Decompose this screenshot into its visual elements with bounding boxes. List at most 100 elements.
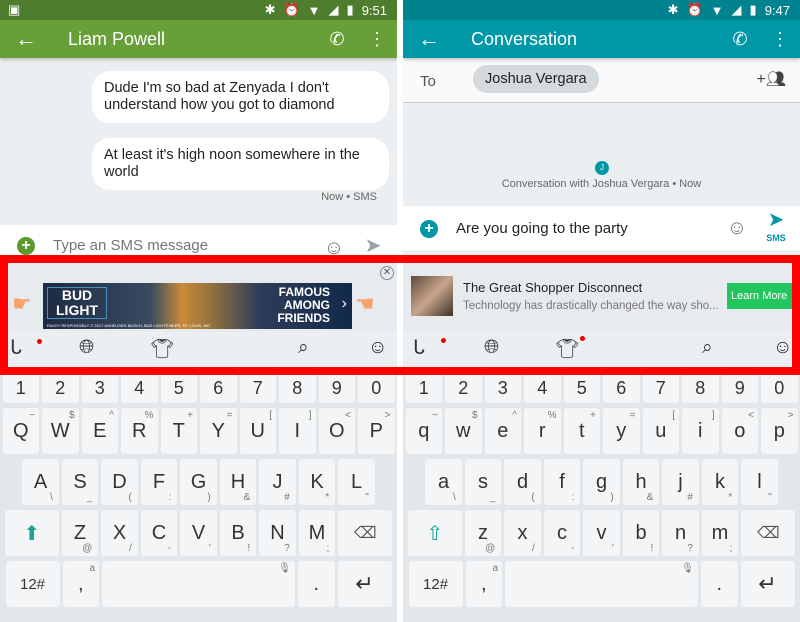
key-g[interactable]: G) <box>180 459 217 505</box>
key-2[interactable]: 2 <box>42 373 79 403</box>
add-attachment-icon[interactable]: + <box>17 237 35 255</box>
key-f[interactable]: f: <box>543 459 581 505</box>
key-s[interactable]: s _ <box>464 459 502 505</box>
key-v[interactable]: v ' <box>583 510 620 556</box>
key-a[interactable]: A \ <box>22 459 59 505</box>
key-b[interactable]: b! <box>622 510 660 556</box>
keyboard-logo-icon[interactable]: ᒐ <box>413 337 425 360</box>
period-key[interactable]: . <box>298 561 335 607</box>
key-h[interactable]: H & <box>219 459 257 505</box>
key-5[interactable]: 5 <box>160 373 197 403</box>
globe-icon[interactable]: 🌐︎ <box>484 337 499 359</box>
key-d[interactable]: D( <box>101 459 138 505</box>
key-8[interactable]: 8 <box>682 373 719 403</box>
search-icon[interactable]: ⌕ <box>298 337 309 359</box>
key-q[interactable]: Q ~ <box>2 408 39 454</box>
key-a[interactable]: a \ <box>425 459 462 505</box>
key-x[interactable]: X / <box>101 510 138 556</box>
more-options-icon[interactable]: ⋮ <box>760 29 800 50</box>
key-3[interactable]: 3 <box>81 373 118 403</box>
key-0[interactable]: 0 <box>761 373 798 403</box>
backspace-key[interactable]: ⌫ <box>338 510 393 556</box>
key-m[interactable]: M; <box>298 510 336 556</box>
key-t[interactable]: T + <box>160 408 197 454</box>
key-x[interactable]: x / <box>504 510 541 556</box>
theme-shirt-icon[interactable]: 👕︎ <box>150 337 174 361</box>
key-6[interactable]: 6 <box>200 373 237 403</box>
key-p[interactable]: P > <box>358 408 395 454</box>
add-person-icon[interactable]: +👥︎ <box>756 69 786 89</box>
key-4[interactable]: 4 <box>524 373 561 403</box>
shift-key[interactable]: ⬆ <box>4 510 59 556</box>
recipient-chip[interactable]: Joshua Vergara <box>473 65 599 93</box>
key-f[interactable]: F: <box>140 459 178 505</box>
key-q[interactable]: q ~ <box>405 408 442 454</box>
enter-key[interactable]: ↵ <box>337 561 392 607</box>
key-b[interactable]: B! <box>219 510 257 556</box>
enter-key[interactable]: ↵ <box>740 561 795 607</box>
key-y[interactable]: Y = <box>200 408 237 454</box>
native-ad[interactable]: The Great Shopper Disconnect Technology … <box>403 262 800 332</box>
key-r[interactable]: R% <box>121 408 158 454</box>
key-9[interactable]: 9 <box>318 373 355 403</box>
back-arrow-icon[interactable]: ← <box>403 26 455 52</box>
key-i[interactable]: i] <box>682 408 719 454</box>
key-m[interactable]: m; <box>701 510 739 556</box>
key-6[interactable]: 6 <box>603 373 640 403</box>
key-c[interactable]: C- <box>140 510 178 556</box>
key-3[interactable]: 3 <box>484 373 521 403</box>
key-4[interactable]: 4 <box>121 373 158 403</box>
key-2[interactable]: 2 <box>445 373 482 403</box>
key-k[interactable]: K * <box>298 459 336 505</box>
theme-shirt-icon[interactable]: 👕︎ <box>555 337 579 361</box>
key-z[interactable]: z @ <box>464 510 502 556</box>
key-u[interactable]: u[ <box>642 408 679 454</box>
key-g[interactable]: g) <box>583 459 620 505</box>
key-t[interactable]: t + <box>563 408 600 454</box>
key-j[interactable]: j # <box>662 459 699 505</box>
emoji-icon[interactable]: ☺ <box>722 217 752 240</box>
key-e[interactable]: e ^ <box>484 408 521 454</box>
key-k[interactable]: k * <box>701 459 739 505</box>
comma-key[interactable]: ,a <box>62 561 99 607</box>
message-input[interactable] <box>35 237 319 254</box>
key-o[interactable]: O < <box>318 408 355 454</box>
key-w[interactable]: w $ <box>445 408 482 454</box>
send-button[interactable]: ➤SMS <box>752 210 800 247</box>
key-9[interactable]: 9 <box>721 373 758 403</box>
key-e[interactable]: E ^ <box>81 408 118 454</box>
key-1[interactable]: 1 <box>2 373 39 403</box>
add-attachment-icon[interactable]: + <box>420 219 438 238</box>
learn-more-button[interactable]: Learn More <box>727 283 797 309</box>
key-d[interactable]: d( <box>504 459 541 505</box>
bud-light-banner[interactable]: BUD LIGHT FAMOUS AMONG FRIENDS ENJOY RES… <box>43 283 352 329</box>
emoji-icon[interactable]: ☺ <box>319 237 349 260</box>
search-icon[interactable]: ⌕ <box>702 337 713 359</box>
key-j[interactable]: J # <box>259 459 296 505</box>
key-p[interactable]: p > <box>761 408 798 454</box>
key-8[interactable]: 8 <box>279 373 316 403</box>
key-h[interactable]: h & <box>622 459 660 505</box>
comma-key[interactable]: ,a <box>465 561 502 607</box>
key-7[interactable]: 7 <box>239 373 276 403</box>
key-v[interactable]: V ' <box>180 510 217 556</box>
key-i[interactable]: I] <box>279 408 316 454</box>
globe-icon[interactable]: 🌐︎ <box>79 337 94 359</box>
key-n[interactable]: n? <box>662 510 699 556</box>
keyboard-logo-icon[interactable]: ᒐ <box>10 337 22 360</box>
key-l[interactable]: L " <box>338 459 375 505</box>
phone-icon[interactable]: ✆ <box>720 29 760 50</box>
emoji-icon[interactable]: ☺ <box>368 337 387 359</box>
message-input[interactable] <box>438 220 722 237</box>
key-u[interactable]: U[ <box>239 408 276 454</box>
key-c[interactable]: c- <box>543 510 581 556</box>
banner-ad[interactable]: ✕ ☛ BUD LIGHT FAMOUS AMONG FRIENDS ENJOY… <box>0 262 397 332</box>
shift-key[interactable]: ⇧ <box>407 510 462 556</box>
key-z[interactable]: Z @ <box>61 510 99 556</box>
key-1[interactable]: 1 <box>405 373 442 403</box>
key-0[interactable]: 0 <box>358 373 395 403</box>
key-7[interactable]: 7 <box>642 373 679 403</box>
key-y[interactable]: y = <box>603 408 640 454</box>
emoji-icon[interactable]: ☺ <box>773 337 792 359</box>
key-5[interactable]: 5 <box>563 373 600 403</box>
